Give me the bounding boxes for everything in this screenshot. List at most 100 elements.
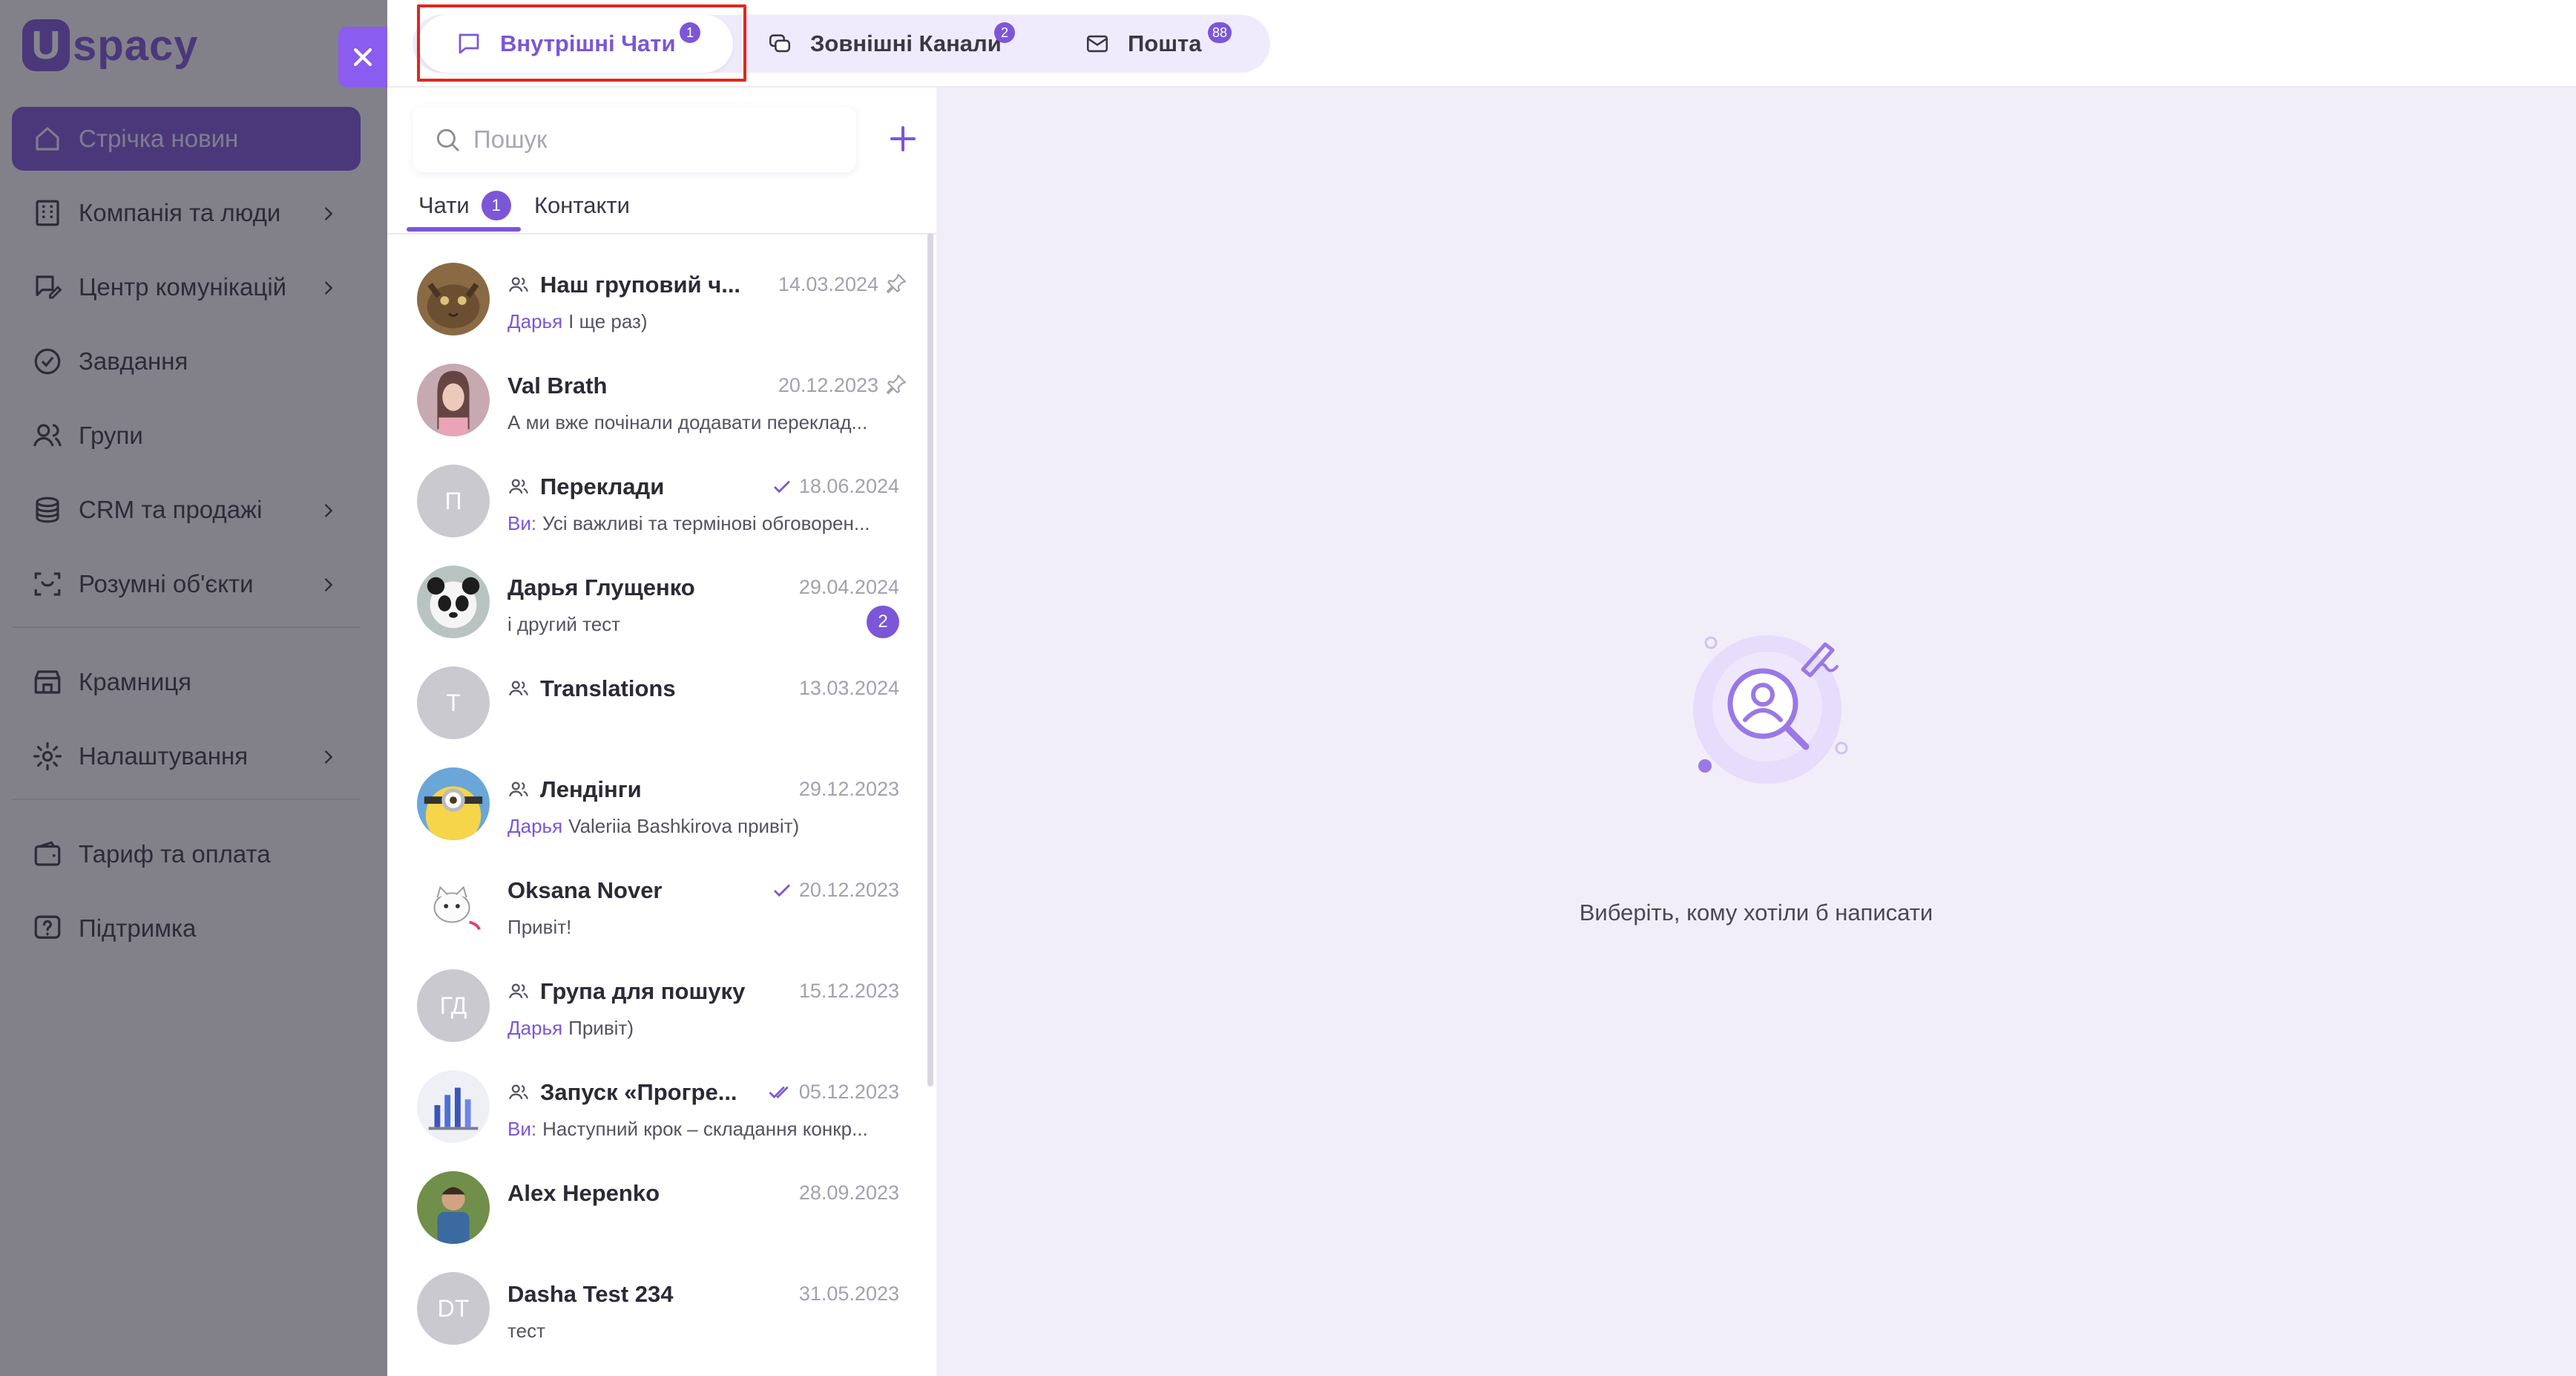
modal-overlay[interactable] [0, 0, 387, 1376]
avatar [417, 263, 490, 335]
avatar-initials: ГД [439, 992, 467, 1019]
chat-preview: тест [507, 1320, 901, 1343]
avatar [417, 767, 490, 840]
chat-preview-text: тест [507, 1320, 545, 1342]
group-icon [507, 980, 530, 1003]
chat-name-row: Лендінги [507, 776, 642, 803]
pin-icon[interactable] [884, 373, 908, 396]
chat-date: 29.04.2024 [799, 576, 899, 599]
search-icon [436, 128, 459, 151]
chat-list-scrollbar[interactable] [927, 233, 933, 1087]
subtab-chats-label: Чати [418, 192, 470, 218]
chat-date-text: 29.04.2024 [798, 576, 899, 598]
chat-name: Alex Hepenko [507, 1180, 660, 1206]
empty-state-message: Виберіть, кому хотіли б написати [1579, 900, 1933, 925]
avatar: П [417, 465, 490, 537]
chat-name: Val Brath [507, 373, 608, 399]
chat-preview: Дарья І ще раз) [507, 310, 901, 333]
chat-name-row: Наш груповий ч... [507, 272, 740, 298]
chat-preview-author: Ви: [507, 1118, 537, 1140]
chat-preview: Ви: Усі важливі та термінові обговорен... [507, 512, 901, 535]
chat-list-item[interactable]: Запуск «Прогре... 05.12.2023 Ви: Наступний … [387, 1054, 926, 1155]
chat-preview-text: А ми вже почінали додавати переклад... [507, 411, 868, 433]
tab-external-channels[interactable]: Зовнішні Канали 2 [767, 15, 1015, 73]
subtab-contacts[interactable]: Контакти [534, 177, 630, 235]
chat-preview-text: Valeriia Bashkirova привіт) [568, 815, 800, 837]
chat-date-text: 28.09.2023 [798, 1182, 899, 1204]
unread-badge: 2 [867, 606, 899, 638]
tab-mail[interactable]: Пошта 88 [1085, 15, 1232, 73]
chat-preview-author: Ви: [507, 512, 537, 534]
group-icon [507, 779, 530, 801]
chat-preview-text: і другий тест [507, 613, 621, 635]
chat-preview-text: І ще раз) [568, 310, 648, 332]
chat-preview: Дарья Valeriia Bashkirova привіт) [507, 815, 901, 838]
chat-preview-text: Усі важливі та термінові обговорен... [542, 512, 870, 534]
chat-date: 20.12.2023 [771, 879, 899, 902]
chat-name-row: Дарья Глущенко [507, 574, 695, 601]
chat-date-text: 29.12.2023 [798, 778, 899, 800]
chat-date-text: 13.03.2024 [798, 677, 899, 699]
chat-list-item[interactable]: Дарья Глущенко 29.04.2024 і другий тест 2 [387, 549, 926, 650]
subtab-chats[interactable]: Чати 1 [418, 177, 511, 235]
chat-date-text: 15.12.2023 [798, 980, 899, 1002]
chat-preview-author: Дарья [507, 310, 563, 332]
chat-list-item[interactable]: Val Brath 20.12.2023 А ми вже почінали дод… [387, 347, 926, 448]
mail-icon [1085, 31, 1110, 56]
group-icon [507, 476, 530, 498]
avatar [417, 1070, 490, 1143]
chat-list-item[interactable]: DT Dasha Test 234 31.05.2023 тест [387, 1256, 926, 1357]
chat-name: Translations [540, 675, 676, 701]
pin-icon[interactable] [884, 272, 908, 295]
avatar: DT [417, 1272, 490, 1345]
search-input[interactable] [473, 125, 829, 154]
chat-date-text: 14.03.2024 [778, 273, 878, 295]
search-user-illustration [1693, 635, 1848, 784]
chat-list-item[interactable]: T Translations 13.03.2024 [387, 650, 926, 751]
chat-list-item[interactable]: Наш груповий ч... 14.03.2024 Дарья І ще раз… [387, 246, 926, 347]
search-box[interactable] [413, 107, 856, 172]
chat-date: 15.12.2023 [799, 980, 899, 1003]
chat-name: Наш груповий ч... [540, 272, 741, 298]
tab-mail-badge: 88 [1208, 22, 1232, 43]
chat-name-row: Translations [507, 675, 676, 702]
avatar [417, 566, 490, 638]
chat-list-item[interactable]: Oksana Nover 20.12.2023 Привіт! [387, 852, 926, 953]
chat-date: 18.06.2024 [771, 475, 899, 498]
chat-name: Oksana Nover [507, 877, 663, 903]
highlight-box [417, 4, 746, 82]
chat-preview-text: Привіт) [568, 1017, 634, 1039]
chat-date: 31.05.2023 [799, 1282, 899, 1305]
chat-preview: і другий тест [507, 613, 901, 636]
chat-list-item[interactable]: Лендінги 29.12.2023 Дарья Valeriia Bashkiro… [387, 751, 926, 852]
chat-name-row: Dasha Test 234 [507, 1281, 673, 1308]
chat-date: 28.09.2023 [799, 1182, 899, 1205]
avatar-image [417, 1070, 490, 1143]
chat-preview: А ми вже почінали додавати переклад... [507, 411, 901, 434]
avatar-initials: П [444, 487, 462, 514]
avatar-image [417, 868, 490, 941]
chat-preview-author: Дарья [507, 815, 563, 837]
chat-preview-text: Привіт! [507, 916, 572, 938]
chat-date-text: 20.12.2023 [778, 374, 878, 396]
plus-icon [890, 126, 916, 151]
chat-list-item[interactable]: Alex Hepenko 28.09.2023 [387, 1155, 926, 1256]
chat-preview: Привіт! [507, 916, 901, 939]
chat-date: 13.03.2024 [799, 677, 899, 700]
double-check-icon [768, 1081, 793, 1104]
read-check-icon [771, 879, 793, 902]
new-chat-button[interactable] [878, 114, 927, 163]
chat-list-item[interactable]: ГД Група для пошуку 15.12.2023 Дарья Привіт) [387, 953, 926, 1054]
close-panel-button[interactable] [338, 27, 387, 88]
avatar-image [417, 263, 490, 335]
avatar-initials: DT [437, 1294, 470, 1322]
chat-date-text: 18.06.2024 [798, 475, 899, 497]
chat-list-item[interactable]: П Переклади 18.06.2024 Ви: Усі важливі та те… [387, 448, 926, 549]
group-icon [507, 1081, 530, 1104]
avatar-image [417, 1171, 490, 1244]
avatar-initials: T [446, 689, 461, 716]
chat-preview-author: Дарья [507, 1017, 563, 1039]
channels-icon [767, 31, 792, 56]
chat-list: Наш груповий ч... 14.03.2024 Дарья І ще раз… [387, 246, 926, 1357]
avatar-image [417, 566, 490, 638]
